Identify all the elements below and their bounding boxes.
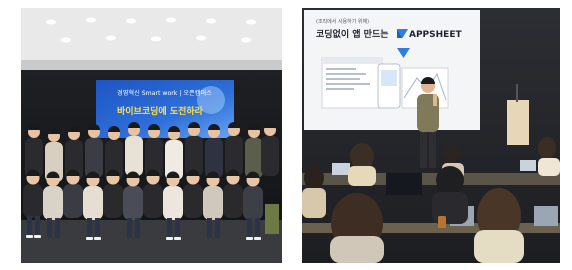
slide-title-prefix: 코딩없이 앱 만드는 [316, 28, 389, 40]
slide-subtitle: (조직에서 사용하기 위해) [316, 18, 369, 25]
photo-collage: 경영혁신 Smart work | 오픈캠퍼스 바이브코딩에 도전하라 (조직에… [0, 0, 572, 270]
group-photo-scene: 경영혁신 Smart work | 오픈캠퍼스 바이브코딩에 도전하라 [21, 8, 282, 263]
banner-line2: 바이브코딩에 도전하라 [117, 105, 204, 117]
banner-line1: 경영혁신 Smart work | 오픈캠퍼스 [117, 89, 212, 97]
lecture-photo-scene: (조직에서 사용하기 위해) 코딩없이 앱 만드는 APPSHEET [302, 8, 560, 263]
slide-brand: APPSHEET [409, 30, 462, 40]
group-photo: 경영혁신 Smart work | 오픈캠퍼스 바이브코딩에 도전하라 [21, 8, 282, 263]
drink-cup [438, 216, 446, 228]
lecture-photo: (조직에서 사용하기 위해) 코딩없이 앱 만드는 APPSHEET [302, 8, 560, 263]
podium [507, 100, 529, 145]
